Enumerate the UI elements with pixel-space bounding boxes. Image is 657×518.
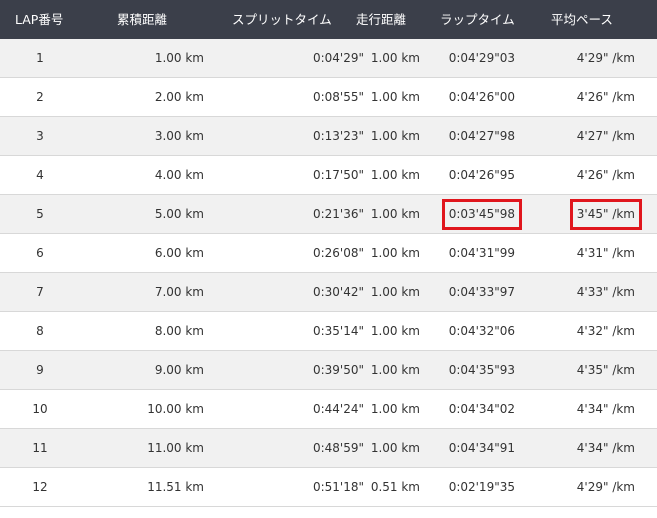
cell-cumulative-distance: 5.00 km bbox=[154, 207, 204, 221]
cell-lap: 9 bbox=[36, 363, 44, 377]
cell-split-time: 0:48'59" bbox=[312, 441, 364, 455]
cell-avg-pace: 4'32" /km bbox=[576, 324, 635, 338]
table-row: 9 9.00 km 0:39'50" 1.00 km 0:04'35"93 4'35" /… bbox=[0, 351, 657, 390]
table-row: 11 11.00 km 0:48'59" 1.00 km 0:04'34"91 4'34"… bbox=[0, 429, 657, 468]
cell-avg-pace: 4'31" /km bbox=[576, 246, 635, 260]
cell-avg-pace: 4'33" /km bbox=[576, 285, 635, 299]
cell-lap-time: 0:04'26"95 bbox=[448, 168, 515, 182]
table-row: 1 1.00 km 0:04'29" 1.00 km 0:04'29"03 4'29" /… bbox=[0, 39, 657, 78]
cell-run-distance: 1.00 km bbox=[370, 441, 420, 455]
table-body: 1 1.00 km 0:04'29" 1.00 km 0:04'29"03 4'29" /… bbox=[0, 39, 657, 507]
cell-split-time: 0:17'50" bbox=[312, 168, 364, 182]
table-row: 4 4.00 km 0:17'50" 1.00 km 0:04'26"95 4'26" /… bbox=[0, 156, 657, 195]
cell-avg-pace: 4'26" /km bbox=[576, 168, 635, 182]
cell-lap: 1 bbox=[36, 51, 44, 65]
cell-lap: 11 bbox=[32, 441, 48, 455]
cell-lap: 5 bbox=[36, 207, 44, 221]
cell-avg-pace: 4'34" /km bbox=[576, 402, 635, 416]
cell-split-time: 0:51'18" bbox=[312, 480, 364, 494]
table-row: 6 6.00 km 0:26'08" 1.00 km 0:04'31"99 4'31" /… bbox=[0, 234, 657, 273]
cell-cumulative-distance: 1.00 km bbox=[154, 51, 204, 65]
cell-split-time: 0:08'55" bbox=[312, 90, 364, 104]
table-row: 12 11.51 km 0:51'18" 0.51 km 0:02'19"35 4'29"… bbox=[0, 468, 657, 507]
header-cumulative-distance: 累積距離 bbox=[117, 12, 168, 27]
cell-lap: 6 bbox=[36, 246, 44, 260]
cell-lap-time: 0:04'32"06 bbox=[448, 324, 515, 338]
cell-run-distance: 1.00 km bbox=[370, 324, 420, 338]
cell-split-time: 0:30'42" bbox=[312, 285, 364, 299]
cell-split-time: 0:39'50" bbox=[312, 363, 364, 377]
cell-cumulative-distance: 2.00 km bbox=[154, 90, 204, 104]
cell-lap-time: 0:04'27"98 bbox=[448, 129, 515, 143]
cell-lap-time: 0:02'19"35 bbox=[448, 480, 515, 494]
table-row: 2 2.00 km 0:08'55" 1.00 km 0:04'26"00 4'26" /… bbox=[0, 78, 657, 117]
header-lap-time: ラップタイム bbox=[440, 12, 515, 27]
table-row: 5 5.00 km 0:21'36" 1.00 km 0:03'45"98 3'45" /… bbox=[0, 195, 657, 234]
cell-run-distance: 1.00 km bbox=[370, 51, 420, 65]
cell-split-time: 0:13'23" bbox=[312, 129, 364, 143]
cell-run-distance: 1.00 km bbox=[370, 90, 420, 104]
cell-avg-pace: 4'29" /km bbox=[576, 480, 635, 494]
cell-split-time: 0:04'29" bbox=[312, 51, 364, 65]
cell-cumulative-distance: 11.51 km bbox=[147, 480, 204, 494]
cell-avg-pace: 4'34" /km bbox=[576, 441, 635, 455]
cell-avg-pace: 4'27" /km bbox=[576, 129, 635, 143]
cell-split-time: 0:26'08" bbox=[312, 246, 364, 260]
table-row: 7 7.00 km 0:30'42" 1.00 km 0:04'33"97 4'33" /… bbox=[0, 273, 657, 312]
header-lap: LAP番号 bbox=[15, 12, 64, 27]
cell-avg-pace-highlighted: 3'45" /km bbox=[569, 199, 643, 230]
cell-run-distance: 1.00 km bbox=[370, 129, 420, 143]
cell-lap: 7 bbox=[36, 285, 44, 299]
cell-run-distance: 1.00 km bbox=[370, 402, 420, 416]
cell-lap-time: 0:04'34"91 bbox=[448, 441, 515, 455]
cell-avg-pace: 4'26" /km bbox=[576, 90, 635, 104]
cell-lap-time: 0:04'35"93 bbox=[448, 363, 515, 377]
lap-table: LAP番号 累積距離 スプリットタイム 走行距離 ラップタイム 平均ペース 11… bbox=[0, 0, 657, 507]
cell-lap-time-highlighted: 0:03'45"98 bbox=[441, 199, 523, 230]
cell-cumulative-distance: 6.00 km bbox=[154, 246, 204, 260]
cell-cumulative-distance: 3.00 km bbox=[154, 129, 204, 143]
cell-cumulative-distance: 8.00 km bbox=[154, 324, 204, 338]
cell-run-distance: 1.00 km bbox=[370, 207, 420, 221]
cell-cumulative-distance: 10.00 km bbox=[147, 402, 204, 416]
cell-run-distance: 1.00 km bbox=[370, 285, 420, 299]
cell-lap-time: 0:04'33"97 bbox=[448, 285, 515, 299]
cell-lap: 10 bbox=[32, 402, 48, 416]
cell-split-time: 0:44'24" bbox=[312, 402, 364, 416]
cell-lap-time: 0:04'31"99 bbox=[448, 246, 515, 260]
cell-split-time: 0:35'14" bbox=[312, 324, 364, 338]
table-header: LAP番号 累積距離 スプリットタイム 走行距離 ラップタイム 平均ペース bbox=[0, 0, 657, 39]
cell-lap-time: 0:04'29"03 bbox=[448, 51, 515, 65]
cell-run-distance: 1.00 km bbox=[370, 246, 420, 260]
cell-lap: 2 bbox=[36, 90, 44, 104]
header-split-time: スプリットタイム bbox=[232, 12, 332, 27]
cell-run-distance: 1.00 km bbox=[370, 168, 420, 182]
cell-lap: 3 bbox=[36, 129, 44, 143]
header-run-distance: 走行距離 bbox=[356, 12, 407, 27]
cell-avg-pace: 4'29" /km bbox=[576, 51, 635, 65]
header-avg-pace: 平均ペース bbox=[551, 12, 613, 27]
cell-lap: 12 bbox=[32, 480, 48, 494]
cell-run-distance: 1.00 km bbox=[370, 363, 420, 377]
table-row: 8 8.00 km 0:35'14" 1.00 km 0:04'32"06 4'32" /… bbox=[0, 312, 657, 351]
cell-cumulative-distance: 11.00 km bbox=[147, 441, 204, 455]
cell-cumulative-distance: 9.00 km bbox=[154, 363, 204, 377]
cell-lap-time: 0:04'34"02 bbox=[448, 402, 515, 416]
cell-lap: 4 bbox=[36, 168, 44, 182]
cell-cumulative-distance: 7.00 km bbox=[154, 285, 204, 299]
cell-run-distance: 0.51 km bbox=[370, 480, 420, 494]
cell-avg-pace: 4'35" /km bbox=[576, 363, 635, 377]
table-row: 3 3.00 km 0:13'23" 1.00 km 0:04'27"98 4'27" /… bbox=[0, 117, 657, 156]
cell-cumulative-distance: 4.00 km bbox=[154, 168, 204, 182]
cell-lap-time: 0:04'26"00 bbox=[448, 90, 515, 104]
table-row: 10 10.00 km 0:44'24" 1.00 km 0:04'34"02 4'34"… bbox=[0, 390, 657, 429]
cell-lap: 8 bbox=[36, 324, 44, 338]
cell-split-time: 0:21'36" bbox=[312, 207, 364, 221]
